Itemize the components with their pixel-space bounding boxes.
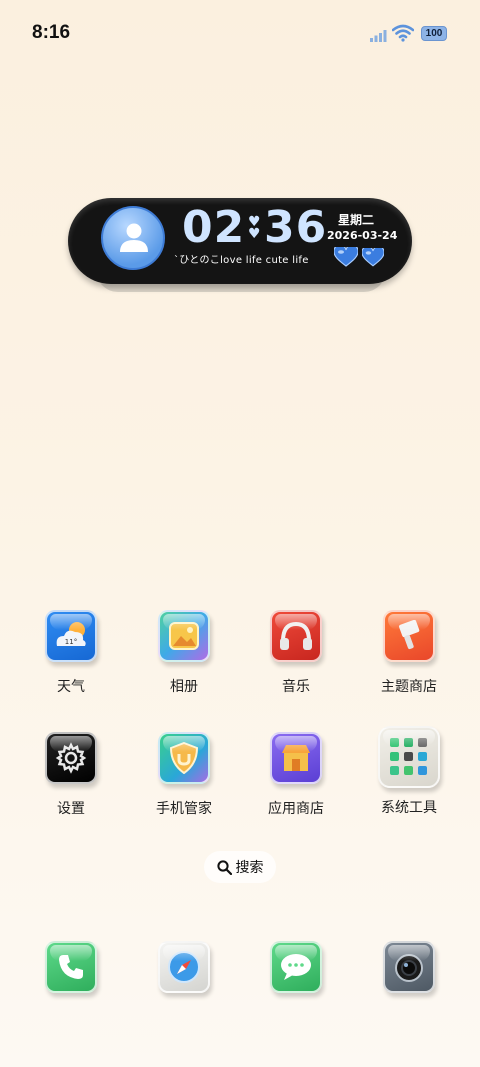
app-label: 天气 bbox=[57, 679, 85, 695]
blue-heart-icon bbox=[334, 247, 358, 267]
app-label: 设置 bbox=[57, 801, 85, 817]
clock-widget[interactable]: 02 ♥ ♥ 36 `ひとのこlove life cute life 星期二 20… bbox=[68, 198, 412, 284]
security-shield-icon bbox=[158, 732, 210, 784]
theme-store-brush-icon bbox=[383, 610, 435, 662]
avatar[interactable] bbox=[101, 206, 165, 270]
system-tools-folder-icon bbox=[378, 726, 440, 788]
widget-date: 2026-03-24 bbox=[327, 229, 398, 242]
app-label: 音乐 bbox=[282, 679, 310, 695]
status-bar: 8:16 100 bbox=[0, 0, 480, 68]
dock-messages[interactable] bbox=[246, 941, 346, 993]
app-weather[interactable]: 11° 天气 bbox=[21, 610, 121, 696]
widget-weekday: 星期二 bbox=[338, 213, 375, 227]
search-button[interactable]: 搜索 bbox=[204, 851, 276, 883]
search-label: 搜索 bbox=[235, 860, 264, 876]
app-gallery[interactable]: 相册 bbox=[134, 610, 234, 696]
app-theme-store[interactable]: 主题商店 bbox=[359, 610, 459, 696]
user-icon bbox=[120, 223, 148, 252]
signal-icon bbox=[370, 30, 387, 42]
app-phone-manager[interactable]: 手机管家 bbox=[134, 732, 234, 818]
app-label: 主题商店 bbox=[381, 679, 437, 695]
app-label: 手机管家 bbox=[156, 801, 212, 817]
phone-icon bbox=[45, 941, 97, 993]
hearts-icon: ♥ ♥ bbox=[248, 214, 262, 242]
app-label: 应用商店 bbox=[268, 801, 324, 817]
widget-tagline: `ひとのこlove life cute life bbox=[174, 255, 309, 266]
app-music[interactable]: 音乐 bbox=[246, 610, 346, 696]
music-headphones-icon bbox=[270, 610, 322, 662]
messages-icon bbox=[270, 941, 322, 993]
app-label: 相册 bbox=[170, 679, 198, 695]
blue-heart-icon bbox=[362, 248, 384, 267]
app-store-shop-icon bbox=[270, 732, 322, 784]
dock-browser[interactable] bbox=[134, 941, 234, 993]
clock-hours: 02 bbox=[182, 202, 246, 253]
browser-compass-icon bbox=[158, 941, 210, 993]
dock-camera[interactable] bbox=[359, 941, 459, 993]
wifi-icon bbox=[392, 24, 414, 42]
app-app-store[interactable]: 应用商店 bbox=[246, 732, 346, 818]
camera-icon bbox=[383, 941, 435, 993]
app-label: 系统工具 bbox=[381, 800, 437, 816]
battery-icon: 100 bbox=[421, 26, 447, 41]
app-settings[interactable]: 设置 bbox=[21, 732, 121, 818]
gallery-icon bbox=[158, 610, 210, 662]
settings-gear-icon bbox=[45, 732, 97, 784]
weather-icon: 11° bbox=[45, 610, 97, 662]
dock-phone[interactable] bbox=[21, 941, 121, 993]
clock-minutes: 36 bbox=[264, 202, 328, 253]
weather-temp: 11° bbox=[65, 638, 77, 646]
status-time: 8:16 bbox=[32, 22, 71, 43]
search-icon bbox=[216, 859, 232, 875]
app-system-tools[interactable]: 系统工具 bbox=[359, 726, 459, 817]
